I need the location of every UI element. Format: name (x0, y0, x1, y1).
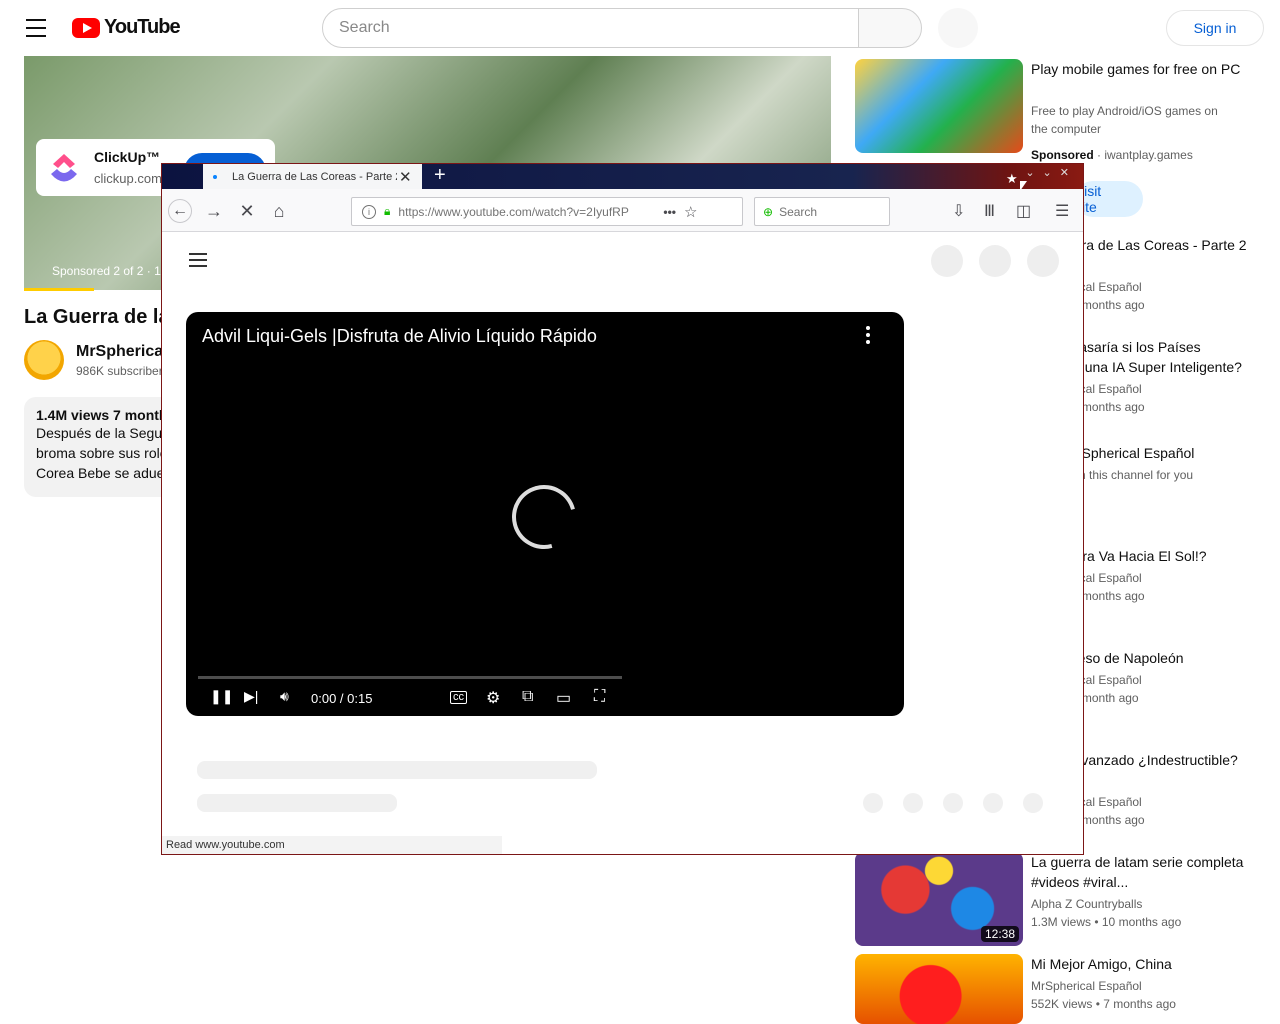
rec-description: Free to play Android/iOS games on (1031, 104, 1218, 118)
placeholder-circle (979, 245, 1011, 277)
action-skeleton (863, 793, 883, 813)
loading-spinner-icon (500, 473, 588, 561)
action-skeleton (1023, 793, 1043, 813)
video-player[interactable]: Advil Liqui-Gels |Disfruta de Alivio Líq… (186, 312, 904, 716)
player-title: Advil Liqui-Gels |Disfruta de Alivio Líq… (202, 326, 597, 346)
list-item[interactable]: 12:38 La guerra de latam serie completa … (855, 852, 1265, 946)
duration-badge: 12:38 (980, 926, 1019, 942)
new-tab-button[interactable]: + (434, 165, 446, 185)
list-item[interactable]: Play mobile games for free on PC Free to… (855, 59, 1265, 169)
ad-domain: clickup.com (94, 171, 162, 186)
search-button[interactable] (858, 8, 922, 48)
visit-site-button[interactable]: Visit site (1075, 181, 1143, 217)
url-bar[interactable]: i 🔒︎ https://www.youtube.com/watch?v=2Iy… (351, 197, 743, 226)
description-line: broma sobre sus roles (36, 445, 175, 461)
menu-icon[interactable] (26, 19, 46, 37)
download-icon[interactable]: ⇩ (952, 201, 965, 221)
placeholder-circle (1027, 245, 1059, 277)
youtube-play-icon (72, 17, 100, 38)
library-icon[interactable]: Ⅲ (984, 201, 995, 221)
bookmark-star-icon[interactable]: ☆ (684, 203, 697, 221)
pause-icon[interactable]: ❚❚ (210, 688, 233, 705)
time-display: 0:00 / 0:15 (311, 691, 373, 706)
info-icon[interactable]: i (362, 204, 376, 219)
action-skeleton (983, 793, 1003, 813)
subscriber-count: 986K subscribers (76, 364, 169, 378)
avatar[interactable] (24, 340, 64, 380)
search-engine-icon: ⊕ (763, 204, 774, 219)
rec-description: the computer (1031, 122, 1102, 136)
sign-in-button[interactable]: Sign in (1166, 10, 1264, 46)
menu-icon[interactable]: ☰ (1055, 201, 1069, 221)
thumbnail[interactable] (855, 59, 1023, 153)
sparkle-icon: ★ (1006, 171, 1018, 186)
url-text[interactable]: https://www.youtube.com/watch?v=2IyufRP (398, 205, 653, 219)
forward-button[interactable]: → (202, 199, 226, 223)
search-placeholder: Search (779, 204, 818, 219)
tab-title: La Guerra de Las Coreas - Parte 2 (232, 170, 397, 183)
youtube-logo-text: YouTube (104, 16, 181, 38)
theater-mode-icon[interactable]: ▭ (556, 688, 571, 708)
rec-domain: iwantplay.games (1104, 148, 1193, 162)
browser-tab[interactable]: La Guerra de Las Coreas - Parte 2 ✕ (203, 164, 422, 189)
home-button[interactable]: ⌂ (267, 199, 291, 223)
youtube-header: YouTube Search Sign in (0, 0, 1280, 56)
search-input[interactable]: Search (322, 8, 859, 48)
action-skeleton (943, 793, 963, 813)
action-skeleton (903, 793, 923, 813)
view-count: 1.4M views 7 months ago (36, 407, 205, 423)
rec-title[interactable]: La guerra de latam serie completa #video… (1031, 852, 1251, 892)
rec-title[interactable]: Mi Mejor Amigo, China (1031, 954, 1251, 974)
search-field[interactable]: ⊕ Search (754, 197, 890, 226)
thumbnail[interactable] (855, 954, 1023, 1024)
captions-icon[interactable]: cc (450, 691, 467, 704)
window-controls[interactable]: ⌄⌄✕ (1025, 166, 1077, 179)
list-item[interactable]: Mi Mejor Amigo, China MrSpherical Españo… (855, 954, 1265, 1024)
ad-progress-bar (24, 288, 94, 291)
description-line: Corea Bebe se adueña (36, 465, 180, 481)
page-actions-icon[interactable]: ••• (663, 205, 676, 219)
thumbnail[interactable]: 12:38 (855, 852, 1023, 946)
youtube-logo[interactable]: YouTube (72, 16, 181, 39)
ad-name: ClickUp™ (94, 149, 161, 165)
status-bar: Read www.youtube.com (162, 836, 502, 854)
rec-meta: 552K views • 7 months ago (1031, 997, 1176, 1011)
sponsored-label: Sponsored 2 of 2 · 1 (52, 264, 161, 278)
clickup-logo-icon (51, 154, 77, 182)
sidebar-icon[interactable]: ◫ (1016, 201, 1031, 221)
back-button[interactable]: ← (168, 199, 192, 223)
navigation-toolbar: ← → ✕ ⌂ i 🔒︎ https://www.youtube.com/wat… (162, 189, 1083, 232)
browser-content: Advil Liqui-Gels |Disfruta de Alivio Líq… (162, 232, 1083, 854)
more-options-icon[interactable] (866, 326, 870, 344)
voice-search-button[interactable] (938, 8, 978, 48)
volume-icon[interactable]: 🔊︎ (280, 688, 289, 705)
lock-icon[interactable]: 🔒︎ (384, 204, 390, 219)
next-icon[interactable]: ▶| (244, 688, 258, 705)
menu-icon[interactable] (189, 253, 207, 267)
loading-indicator-icon (213, 174, 217, 179)
subtitle-skeleton (197, 794, 397, 812)
description-box[interactable]: 1.4M views 7 months ago Después de la Se… (24, 397, 286, 497)
settings-gear-icon[interactable]: ⚙ (486, 688, 500, 708)
fullscreen-icon[interactable]: ⛶ (594, 688, 605, 706)
firefox-window: La Guerra de Las Coreas - Parte 2 ✕ + ★ … (161, 163, 1084, 855)
title-bar[interactable]: La Guerra de Las Coreas - Parte 2 ✕ + ★ … (162, 164, 1083, 191)
stop-button[interactable]: ✕ (235, 199, 259, 223)
title-skeleton (197, 761, 597, 779)
progress-bar[interactable] (198, 676, 622, 679)
rec-meta: 1.3M views • 10 months ago (1031, 915, 1182, 929)
rec-channel: MrSpherical Español (1031, 979, 1142, 993)
sponsored-badge: Sponsored (1031, 148, 1094, 162)
rec-title[interactable]: Play mobile games for free on PC (1031, 59, 1251, 79)
close-tab-icon[interactable]: ✕ (399, 168, 412, 186)
rec-channel: Alpha Z Countryballs (1031, 897, 1143, 911)
miniplayer-icon[interactable]: ⧉ (522, 688, 533, 706)
description-line: Después de la Segunda Guerra Mundial (36, 425, 286, 441)
placeholder-circle (931, 245, 963, 277)
